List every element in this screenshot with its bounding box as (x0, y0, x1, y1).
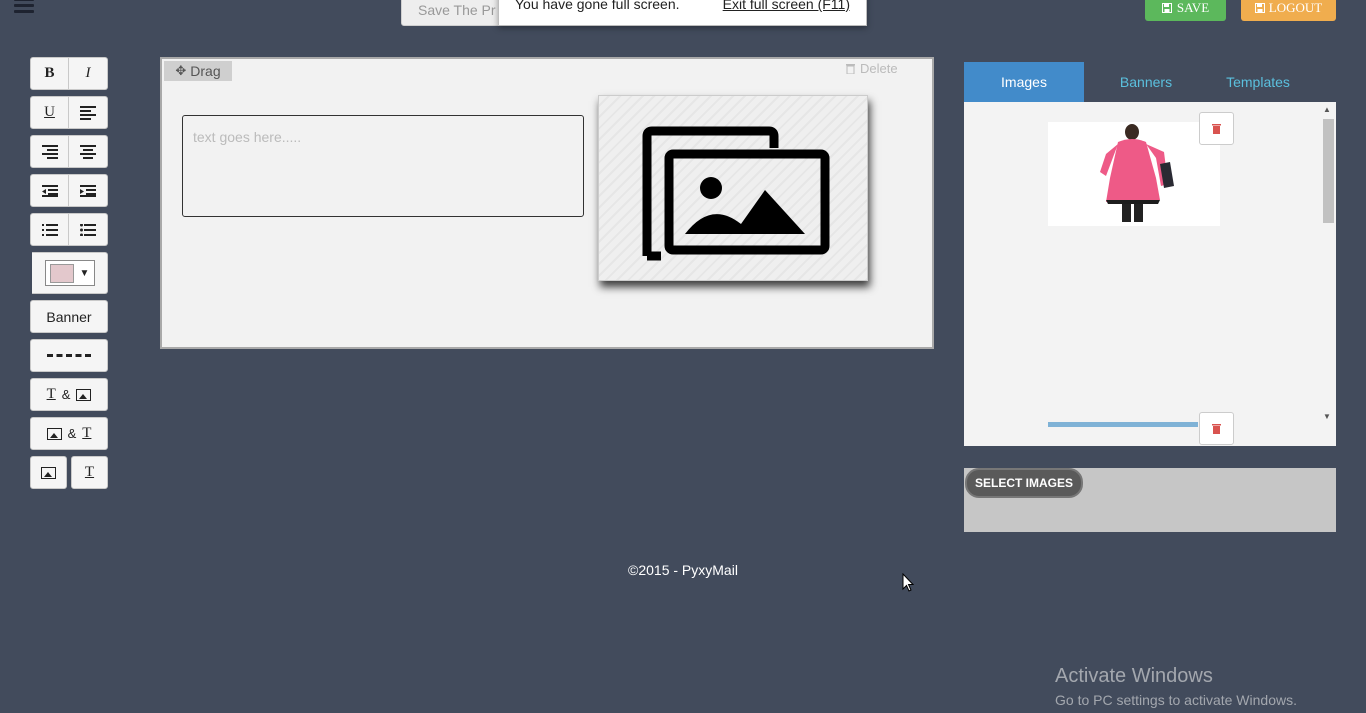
exit-fullscreen-link[interactable]: Exit full screen (F11) (723, 0, 850, 25)
banner-button[interactable]: Banner (30, 300, 108, 333)
underline-button[interactable]: U (30, 96, 69, 129)
scroll-up-icon[interactable]: ▲ (1323, 105, 1331, 114)
delete-block-button[interactable]: Delete (846, 61, 898, 76)
watermark-title: Activate Windows (1055, 665, 1213, 687)
italic-icon: I (85, 65, 91, 81)
indent-icon (80, 184, 96, 197)
indent-button[interactable] (69, 174, 108, 207)
outdent-button[interactable] (30, 174, 69, 207)
italic-button[interactable]: I (69, 57, 108, 90)
select-images-bar: SELECT IMAGES (964, 468, 1336, 532)
trash-icon (1212, 124, 1221, 134)
delete-label: Delete (860, 61, 898, 76)
align-center-button[interactable] (69, 135, 108, 168)
delete-image-button[interactable] (1199, 412, 1234, 445)
ordered-list-button[interactable] (30, 213, 69, 246)
floppy-disk-icon (1161, 2, 1172, 13)
bold-icon: B (44, 65, 55, 81)
tab-templates[interactable]: Templates (1208, 62, 1308, 102)
tab-banners[interactable]: Banners (1084, 62, 1208, 102)
outdent-icon (41, 184, 58, 197)
text-icon: T (46, 386, 56, 402)
hamburger-menu-icon[interactable] (14, 0, 34, 14)
image-icon (46, 427, 62, 440)
divider-icon (47, 354, 91, 357)
image-placeholder-icon (642, 126, 830, 261)
drag-label: Drag (190, 63, 221, 79)
save-button-label: SAVE (1176, 0, 1210, 15)
underline-icon: U (44, 104, 55, 120)
asset-panel: Images Banners Templates ▲ ▼ SELECT IMAG… (964, 62, 1336, 532)
text-icon: T (82, 425, 92, 441)
align-right-icon (41, 143, 58, 161)
fullscreen-notice: You have gone full screen. Exit full scr… (498, 0, 867, 26)
asset-tabs: Images Banners Templates (964, 62, 1336, 102)
drag-handle[interactable]: ✥ Drag (164, 61, 232, 81)
editor-block: ✥ Drag Delete text goes here..... (160, 57, 934, 349)
text-and-image-button[interactable]: T & (30, 378, 108, 411)
activate-windows-watermark: Activate Windows Go to PC settings to ac… (1055, 665, 1297, 708)
delete-image-button[interactable] (1199, 112, 1234, 145)
text-placeholder: text goes here..... (193, 129, 302, 145)
save-project-button[interactable]: Save The Pr (401, 0, 511, 26)
footer-copyright: ©2015 - PyxyMail (628, 562, 738, 578)
align-right-button[interactable] (30, 135, 69, 168)
gallery-image[interactable] (1048, 422, 1198, 427)
align-center-icon (80, 143, 96, 161)
trash-icon (1212, 424, 1221, 434)
ampersand: & (61, 387, 71, 402)
scrollbar-thumb[interactable] (1323, 119, 1334, 223)
logout-button[interactable]: LOGOUT (1241, 0, 1336, 21)
image-block-button[interactable] (30, 456, 67, 489)
divider-button[interactable] (30, 339, 108, 372)
ampersand: & (67, 426, 77, 441)
color-swatch: ▼ (44, 260, 95, 286)
banner-button-label: Banner (46, 308, 92, 325)
kurta-model-image (1100, 124, 1174, 222)
ordered-list-icon (41, 223, 58, 236)
fullscreen-message: You have gone full screen. (515, 0, 680, 12)
tab-images[interactable]: Images (964, 62, 1084, 102)
move-icon: ✥ (175, 63, 187, 78)
align-left-icon (80, 104, 96, 122)
bold-button[interactable]: B (30, 57, 69, 90)
watermark-subtitle: Go to PC settings to activate Windows. (1055, 692, 1297, 708)
dropdown-arrow-icon: ▼ (79, 267, 90, 279)
save-button[interactable]: SAVE (1145, 0, 1226, 21)
logout-button-label: LOGOUT (1268, 0, 1323, 15)
image-icon (41, 466, 56, 479)
mouse-cursor-icon (902, 573, 915, 592)
text-icon: T (84, 464, 95, 480)
formatting-toolbar: B I U ▼ Banner T & & T T (30, 57, 108, 495)
image-placeholder[interactable] (598, 95, 868, 281)
gallery-image[interactable] (1048, 122, 1220, 226)
image-gallery: ▲ ▼ (964, 102, 1336, 446)
color-picker[interactable]: ▼ (32, 252, 108, 294)
image-and-text-button[interactable]: & T (30, 417, 108, 450)
floppy-disk-icon (1254, 2, 1265, 13)
selected-color (49, 263, 74, 283)
trash-icon (846, 64, 855, 74)
align-left-button[interactable] (69, 96, 108, 129)
text-content-field[interactable]: text goes here..... (182, 115, 584, 217)
select-images-button[interactable]: SELECT IMAGES (965, 468, 1083, 498)
unordered-list-button[interactable] (69, 213, 108, 246)
gallery-scrollbar[interactable]: ▲ ▼ (1319, 102, 1336, 432)
scroll-down-icon[interactable]: ▼ (1323, 412, 1331, 421)
image-icon (76, 388, 92, 401)
unordered-list-icon (80, 223, 96, 236)
text-block-button[interactable]: T (71, 456, 108, 489)
